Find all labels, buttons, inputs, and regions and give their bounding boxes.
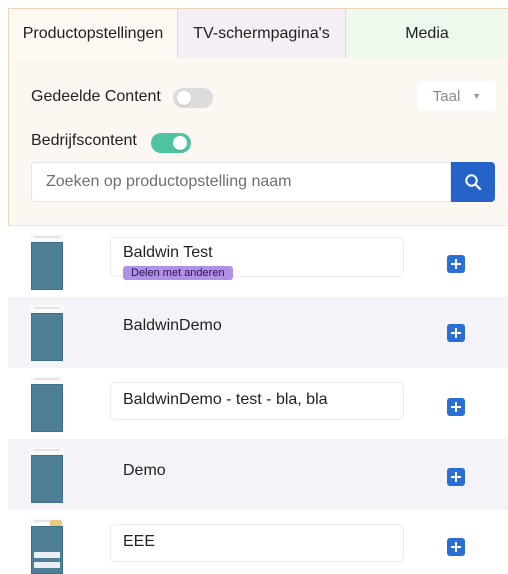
list-item[interactable]: BaldwinDemo xyxy=(8,297,508,368)
thumbnail-image xyxy=(30,305,64,361)
plus-icon xyxy=(451,259,461,269)
plus-icon xyxy=(451,472,461,482)
item-name-box[interactable]: Baldwin Test Delen met anderen xyxy=(110,237,404,280)
item-name-box[interactable]: Demo xyxy=(110,453,404,491)
tab-bar: Productopstellingen TV-schermpagina's Me… xyxy=(8,8,508,58)
item-name-box[interactable]: BaldwinDemo xyxy=(110,308,404,346)
thumbnail-image xyxy=(30,234,64,290)
add-button[interactable] xyxy=(447,255,465,273)
thumbnail-image xyxy=(30,376,64,432)
language-select[interactable]: Taal ▼ xyxy=(418,82,496,110)
toggle-knob xyxy=(177,91,191,105)
tab-tv-schermpaginas[interactable]: TV-schermpagina's xyxy=(178,8,346,58)
item-name-box[interactable]: BaldwinDemo - test - bla, bla xyxy=(110,382,404,420)
list-item[interactable]: BaldwinDemo - test - bla, bla xyxy=(8,368,508,439)
filter-panel: Gedeelde Content Taal ▼ Bedrijfscontent xyxy=(8,58,508,226)
search-button[interactable] xyxy=(451,162,495,202)
item-name: BaldwinDemo - test - bla, bla xyxy=(123,391,328,408)
add-button[interactable] xyxy=(447,398,465,416)
company-content-label: Bedrijfscontent xyxy=(31,132,137,149)
shared-content-toggle[interactable] xyxy=(173,88,213,108)
toggle-knob xyxy=(173,136,187,150)
add-button[interactable] xyxy=(447,538,465,556)
product-setup-list: Baldwin Test Delen met anderen BaldwinDe… xyxy=(8,226,508,574)
search-input[interactable] xyxy=(31,162,451,202)
list-item[interactable]: Baldwin Test Delen met anderen xyxy=(8,226,508,297)
shared-content-label: Gedeelde Content xyxy=(31,88,161,105)
item-name: EEE xyxy=(123,533,156,550)
tab-productopstellingen[interactable]: Productopstellingen xyxy=(8,8,178,58)
list-item[interactable]: EEE xyxy=(8,510,508,574)
tab-media[interactable]: Media xyxy=(346,8,508,58)
plus-icon xyxy=(451,328,461,338)
shared-badge: Delen met anderen xyxy=(123,266,233,280)
item-name: Demo xyxy=(123,462,166,479)
item-name-box[interactable]: EEE xyxy=(110,524,404,562)
list-item[interactable]: Demo xyxy=(8,439,508,510)
thumbnail-image xyxy=(30,447,64,503)
search-icon xyxy=(465,174,482,191)
company-content-toggle[interactable] xyxy=(151,133,191,153)
item-name: BaldwinDemo xyxy=(123,317,222,334)
item-name: Baldwin Test xyxy=(123,244,213,261)
chevron-down-icon: ▼ xyxy=(472,91,482,101)
add-button[interactable] xyxy=(447,324,465,342)
plus-icon xyxy=(451,542,461,552)
plus-icon xyxy=(451,402,461,412)
add-button[interactable] xyxy=(447,468,465,486)
thumbnail-image xyxy=(30,518,64,574)
language-select-value: Taal xyxy=(432,87,461,105)
